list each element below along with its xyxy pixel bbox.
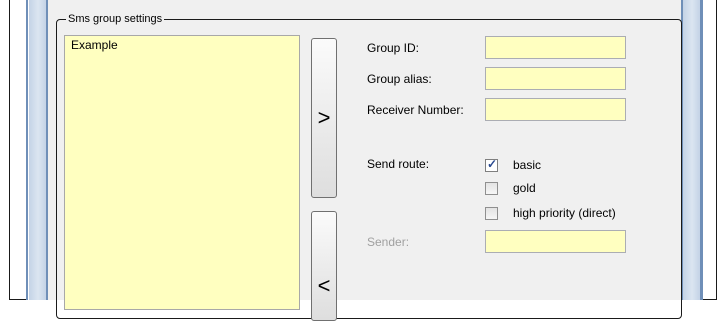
groupbox-title: Sms group settings	[66, 12, 165, 26]
group-alias-field[interactable]	[485, 67, 626, 90]
route-high-priority-checkbox[interactable]	[485, 206, 498, 220]
group-id-label: Group ID:	[367, 41, 420, 55]
group-alias-label: Group alias:	[367, 72, 432, 86]
checkmark-icon: ✓	[487, 156, 498, 171]
receiver-number-label: Receiver Number:	[367, 103, 464, 117]
group-list[interactable]: Example	[64, 35, 300, 310]
route-gold-label: gold	[513, 181, 536, 195]
route-high-priority-option[interactable]: high priority (direct)	[485, 205, 616, 221]
sender-field[interactable]	[485, 230, 626, 253]
send-route-label: Send route:	[367, 157, 430, 171]
window-left-border	[26, 0, 48, 300]
remove-from-group-button[interactable]: <	[311, 211, 337, 321]
route-high-priority-label: high priority (direct)	[513, 206, 616, 220]
route-basic-label: basic	[513, 158, 542, 172]
sender-label: Sender:	[367, 235, 410, 249]
list-item[interactable]: Example	[65, 36, 299, 53]
route-basic-checkbox[interactable]: ✓	[485, 156, 498, 172]
add-to-group-button[interactable]: >	[311, 38, 337, 198]
route-gold-option[interactable]: gold	[485, 180, 536, 196]
route-basic-option[interactable]: ✓ basic	[485, 157, 541, 173]
route-gold-checkbox[interactable]	[485, 181, 498, 195]
receiver-number-field[interactable]	[485, 98, 626, 121]
window-right-border	[681, 0, 703, 300]
group-id-field[interactable]	[485, 36, 626, 59]
